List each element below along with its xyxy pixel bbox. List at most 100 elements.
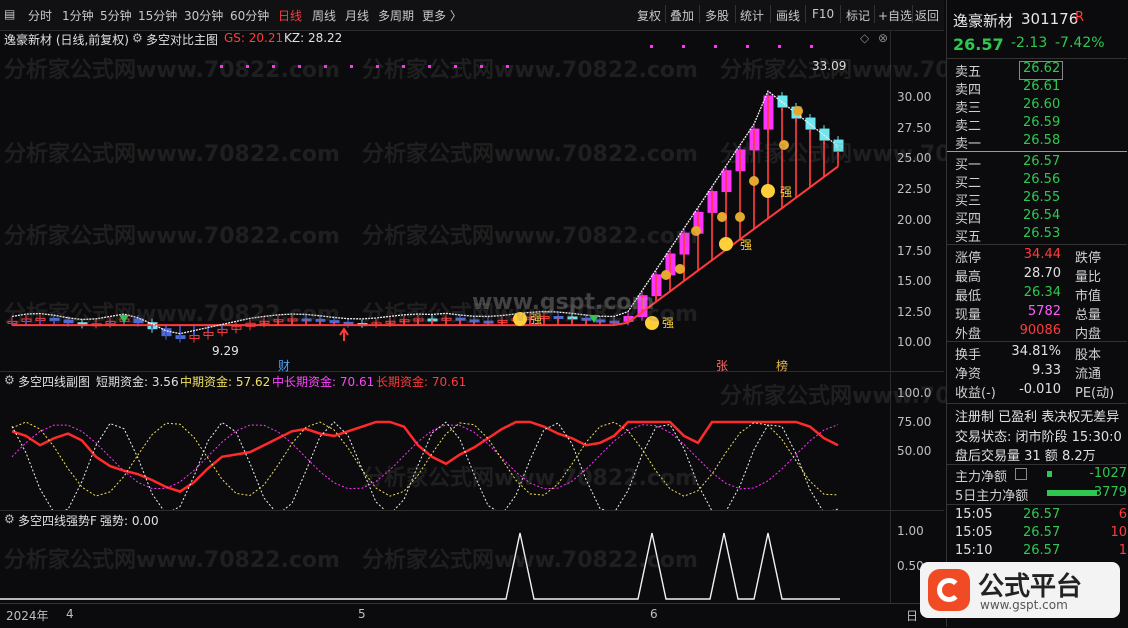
stat-value: 90086 — [1019, 323, 1061, 338]
signal-dot — [506, 65, 509, 68]
candle-body — [133, 318, 144, 324]
add-watchlist-button[interactable]: +自选 — [878, 7, 912, 24]
grid-icon[interactable]: ▤ — [4, 7, 15, 21]
bid-level-label: 买四 — [955, 212, 982, 227]
stat-value: 5782 — [1027, 304, 1061, 319]
after-hours-volume: 盘后交易量 31 额 8.2万 — [955, 449, 1096, 464]
signal-dot — [272, 65, 275, 68]
candle-body — [819, 128, 830, 141]
period-selector[interactable]: 日 — [906, 607, 918, 624]
bid-level-label: 买二 — [955, 176, 982, 191]
detail-icon[interactable] — [1015, 468, 1027, 480]
four-line-chart — [11, 420, 839, 510]
stat-label: 最高 — [955, 270, 982, 285]
stat-label: 现量 — [955, 308, 982, 323]
stat-value: -0.010 — [1019, 382, 1061, 397]
multi-stock-button[interactable]: 多股 — [705, 7, 729, 24]
ask-price[interactable]: 26.61 — [1023, 79, 1060, 94]
tab-15min[interactable]: 15分钟 — [138, 7, 177, 24]
stat-label: 总量 — [1075, 308, 1102, 323]
midlong-fund-line — [11, 424, 839, 490]
strength-chart — [0, 532, 840, 600]
ask-level-label: 卖三 — [955, 101, 982, 116]
money-bag-icon — [735, 212, 745, 222]
stock-name: 逸豪新材 — [953, 12, 1014, 30]
stat-label: 股本 — [1075, 348, 1102, 363]
signal-dot — [298, 65, 301, 68]
ask-level-label: 卖四 — [955, 83, 982, 98]
month-label: 6 — [650, 607, 658, 621]
tab-60min[interactable]: 60分钟 — [230, 7, 269, 24]
tab-multi-period[interactable]: 多周期 — [378, 7, 414, 24]
stat-value: 34.81% — [1011, 344, 1061, 359]
signal-dot — [376, 65, 379, 68]
tick-price: 26.57 — [1023, 507, 1061, 522]
tab-5min[interactable]: 5分钟 — [100, 7, 132, 24]
stat-label: 最低 — [955, 289, 982, 304]
stat-value: 34.44 — [1023, 247, 1061, 262]
signal-dot — [650, 45, 653, 48]
fuquan-button[interactable]: 复权 — [637, 7, 661, 24]
stat-label: 收益(-) — [955, 386, 996, 401]
signal-dot — [714, 45, 717, 48]
r-badge: R — [1075, 10, 1085, 25]
signal-dot — [428, 65, 431, 68]
smiley-icon — [719, 237, 733, 251]
mark-button[interactable]: 标记 — [846, 7, 870, 24]
tab-more[interactable]: 更多 〉 — [422, 7, 462, 24]
high-price-label: 33.09 — [812, 59, 847, 73]
sub1-axis: 100.0 75.00 50.00 — [890, 372, 945, 510]
tab-fenshi[interactable]: 分时 — [28, 7, 52, 24]
bid-level-label: 买一 — [955, 158, 982, 173]
tab-weekly[interactable]: 周线 — [312, 7, 336, 24]
signal-dot — [350, 65, 353, 68]
main-net5-label: 5日主力净额 — [955, 489, 1029, 504]
tab-1min[interactable]: 1分钟 — [62, 7, 94, 24]
draw-button[interactable]: 画线 — [776, 7, 800, 24]
tab-30min[interactable]: 30分钟 — [184, 7, 223, 24]
main-net-value: -1027 — [1089, 466, 1127, 481]
overlay-button[interactable]: 叠加 — [670, 7, 694, 24]
strong-signal: 强 — [530, 312, 543, 326]
stat-value: 9.33 — [1032, 363, 1061, 378]
back-button[interactable]: 返回 — [915, 7, 939, 24]
tab-daily[interactable]: 日线 — [278, 7, 302, 24]
strong-signal: 强 — [662, 316, 675, 330]
candlestick-chart — [7, 45, 844, 343]
sub-chart-strength[interactable]: ⚙ 多空四线强势F 强势: 0.00 1.00 0.50 — [0, 511, 944, 603]
bid-price[interactable]: 26.56 — [1023, 172, 1060, 187]
tick-volume: 1 — [1118, 543, 1127, 558]
smiley-icon — [761, 184, 775, 198]
long-fund-line — [11, 420, 839, 493]
money-bag-icon — [749, 176, 759, 186]
net-bar — [1047, 471, 1052, 477]
f10-button[interactable]: F10 — [812, 7, 834, 21]
ask-price[interactable]: 26.60 — [1023, 97, 1060, 112]
bid-price[interactable]: 26.54 — [1023, 208, 1060, 223]
tab-monthly[interactable]: 月线 — [345, 7, 369, 24]
smiley-icon — [645, 316, 659, 330]
ask-price[interactable]: 26.58 — [1023, 133, 1060, 148]
tick-volume: 10 — [1110, 525, 1127, 540]
ask-level-label: 卖五 — [955, 65, 982, 80]
ask-price[interactable]: 26.59 — [1023, 115, 1060, 130]
money-bag-icon — [717, 212, 727, 222]
signal-dot — [778, 45, 781, 48]
low-price-label: 9.29 — [212, 344, 239, 358]
candle-body — [805, 117, 816, 130]
bid-price[interactable]: 26.57 — [1023, 154, 1060, 169]
stat-label: 跌停 — [1075, 251, 1102, 266]
stats-button[interactable]: 统计 — [740, 7, 764, 24]
logo-icon — [928, 569, 970, 611]
support-line — [12, 165, 839, 327]
selected-ask-box — [1019, 61, 1063, 80]
sub-chart-four-lines[interactable]: ⚙ 多空四线副图 短期资金: 3.56 中期资金: 57.62 中长期资金: 7… — [0, 372, 944, 511]
bid-price[interactable]: 26.55 — [1023, 190, 1060, 205]
candle-body — [833, 139, 844, 152]
tick-volume: 6 — [1118, 507, 1127, 522]
candle-body — [777, 95, 788, 108]
signal-dot — [220, 65, 223, 68]
bid-price[interactable]: 26.53 — [1023, 226, 1060, 241]
candle-body — [63, 319, 74, 324]
main-chart-panel[interactable]: 逸豪新材 (日线,前复权) ⚙ 多空对比主图 GS: 20.21 KZ: 28.… — [0, 31, 944, 373]
